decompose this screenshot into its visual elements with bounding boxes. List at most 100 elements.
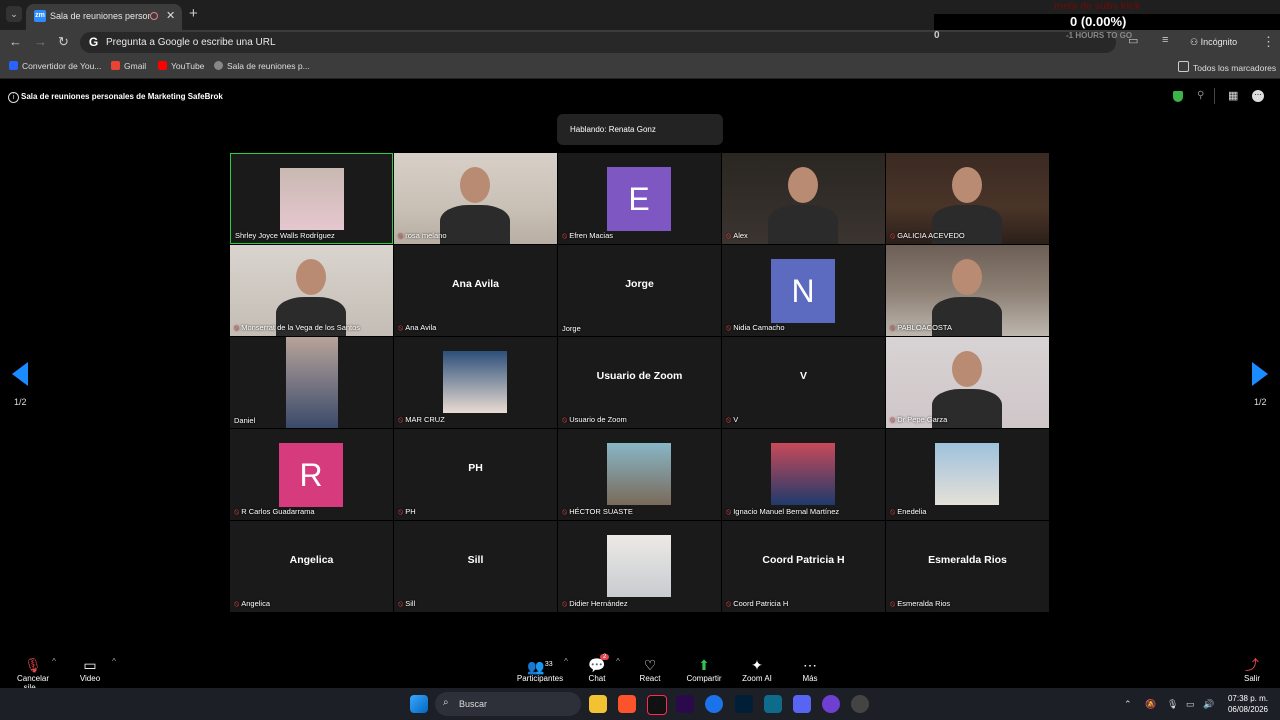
pin-icon[interactable]: ⚲ — [1197, 90, 1204, 101]
participant-name: Dr Pepe Garza — [897, 415, 948, 424]
premiere-icon[interactable] — [676, 695, 694, 713]
more-button[interactable]: ⋯ Más — [798, 656, 822, 683]
bookmark-gmail[interactable]: Gmail — [111, 61, 146, 71]
reader-icon[interactable]: ▭ — [1128, 34, 1138, 47]
participant-tile[interactable]: Angelica ⦸ Angelica — [230, 521, 393, 612]
tiktok-icon[interactable] — [647, 695, 667, 715]
tray-chevron-icon[interactable]: ⌃ — [1124, 699, 1132, 710]
more-label: Más — [802, 674, 818, 683]
participant-tile[interactable]: ⦸ Didier Hernández — [558, 521, 721, 612]
participant-tile[interactable]: E ⦸ Efren Macias — [558, 153, 721, 244]
obs-icon[interactable] — [822, 695, 840, 713]
forward-icon[interactable]: → — [34, 34, 47, 49]
participant-tile[interactable]: Daniel — [230, 337, 393, 428]
participant-tile[interactable]: ⦸ Dr Pepe Garza — [886, 337, 1049, 428]
leave-button[interactable]: ⤴ Salir — [1240, 656, 1264, 683]
network-icon[interactable]: ▭ — [1186, 699, 1195, 710]
chrome-profile-icon[interactable] — [851, 695, 869, 713]
participant-name: Daniel — [234, 416, 256, 425]
reload-icon[interactable]: ↻ — [58, 34, 69, 50]
taskbar-search[interactable]: ⌕ Buscar — [435, 692, 581, 716]
tab-search-button[interactable]: ⌄ — [6, 6, 22, 22]
participant-name: R Carlos Guadarrama — [241, 507, 315, 516]
person-head — [788, 167, 818, 203]
discord-icon[interactable] — [793, 695, 811, 713]
react-button[interactable]: ♡ React — [636, 656, 664, 683]
participant-tile[interactable]: ⦸ MAR CRUZ — [394, 337, 557, 428]
previous-page-arrow-icon[interactable] — [12, 362, 28, 386]
windows-start-icon[interactable] — [410, 695, 428, 713]
audio-options-caret-icon[interactable]: ^ — [50, 657, 58, 666]
notifications-off-icon[interactable]: 🔕 — [1145, 699, 1156, 710]
brave-icon[interactable] — [618, 695, 636, 713]
participants-caret-icon[interactable]: ^ — [562, 657, 570, 666]
participant-tile[interactable]: Usuario de Zoom ⦸ Usuario de Zoom — [558, 337, 721, 428]
gmail-icon — [111, 61, 120, 70]
info-icon[interactable]: i — [8, 92, 19, 103]
incognito-indicator[interactable]: ⚇ Incógnito — [1190, 33, 1254, 51]
chrome-icon[interactable] — [705, 695, 723, 713]
search-icon: ⌕ — [443, 697, 449, 708]
video-camera-icon: ▭ — [83, 657, 97, 673]
globe-icon — [214, 61, 223, 70]
participant-tile[interactable]: ⦸ PABLOACOSTA — [886, 245, 1049, 336]
security-shield-icon[interactable] — [1173, 91, 1183, 102]
participant-display-name: Ana Avila — [451, 278, 500, 290]
participant-tile[interactable]: PH ⦸ PH — [394, 429, 557, 520]
participant-name-label: ⦸ Angelica — [234, 599, 270, 609]
google-icon: G — [88, 35, 99, 49]
participant-tile[interactable]: ⦸ GALICIA ACEVEDO — [886, 153, 1049, 244]
goal-title: meta de subs kick — [1054, 1, 1141, 12]
participant-tile[interactable]: Shrley Joyce Walls Rodríguez — [230, 153, 393, 244]
media-icon[interactable]: ≡ — [1162, 34, 1168, 46]
video-button[interactable]: ▭ Video — [78, 656, 102, 683]
zoom-apps-icon[interactable]: ⋯ — [1252, 90, 1264, 102]
participant-tile[interactable]: Esmeralda Rios ⦸ Esmeralda Rios — [886, 521, 1049, 612]
participant-tile[interactable]: Sill ⦸ Sill — [394, 521, 557, 612]
participants-count: 33 — [544, 661, 553, 668]
participant-name-label: ⦸ Monserrat de la Vega de los Santos — [234, 323, 360, 333]
participant-tile[interactable]: ⦸ rosa melano — [394, 153, 557, 244]
browser-menu-icon[interactable]: ⋮ — [1262, 34, 1275, 50]
video-options-caret-icon[interactable]: ^ — [110, 657, 118, 666]
participant-tile[interactable]: ⦸ Alex — [722, 153, 885, 244]
bookmark-converter[interactable]: Convertidor de You... — [9, 61, 101, 71]
back-icon[interactable]: ← — [9, 34, 22, 49]
close-tab-icon[interactable]: ✕ — [166, 9, 175, 22]
share-button[interactable]: ⬆ Compartir — [684, 656, 724, 683]
participant-name-label: ⦸ Nidia Camacho — [726, 323, 785, 333]
bookmark-youtube[interactable]: YouTube — [158, 61, 204, 71]
chat-button[interactable]: 💬 Chat 2 — [584, 654, 610, 683]
bookmark-zoom-room[interactable]: Sala de reuniones p... — [214, 61, 310, 71]
participant-tile[interactable]: Jorge Jorge — [558, 245, 721, 336]
participant-name: HÉCTOR SUASTE — [569, 507, 633, 516]
volume-icon[interactable]: 🔊 — [1203, 699, 1214, 710]
mic-muted-icon: ⦸ — [562, 415, 568, 424]
file-explorer-icon[interactable] — [589, 695, 607, 713]
participant-tile[interactable]: ⦸ Monserrat de la Vega de los Santos — [230, 245, 393, 336]
participant-tile[interactable]: Coord Patricia H ⦸ Coord Patricia H — [722, 521, 885, 612]
next-page-arrow-icon[interactable] — [1252, 362, 1268, 386]
mic-muted-icon: ⦸ — [562, 231, 568, 240]
participant-tile[interactable]: ⦸ HÉCTOR SUASTE — [558, 429, 721, 520]
zoom-ai-button[interactable]: ✦ Zoom AI — [740, 656, 774, 683]
participant-tile[interactable]: ⦸ Ignacio Manuel Bernal Martínez — [722, 429, 885, 520]
microphone-tray-icon[interactable]: 🎙 — [1167, 699, 1178, 710]
participant-profile-image — [771, 443, 835, 505]
grid-view-icon[interactable]: ▦ — [1228, 89, 1238, 102]
participants-button[interactable]: 👥33 Participantes — [516, 656, 564, 683]
participant-tile[interactable]: N ⦸ Nidia Camacho — [722, 245, 885, 336]
participant-tile[interactable]: R ⦸ R Carlos Guadarrama — [230, 429, 393, 520]
new-tab-button[interactable]: + — [189, 5, 198, 22]
participant-tile[interactable]: ⦸ Enedelia — [886, 429, 1049, 520]
taskbar-clock[interactable]: 07:38 p. m. 06/08/2026 — [1222, 693, 1268, 715]
vegas-icon[interactable] — [764, 695, 782, 713]
participant-tile[interactable]: Ana Avila ⦸ Ana Avila — [394, 245, 557, 336]
participant-name: Sill — [405, 599, 416, 608]
chat-caret-icon[interactable]: ^ — [614, 657, 622, 666]
all-bookmarks[interactable]: Todos los marcadores — [1178, 61, 1276, 73]
browser-tab[interactable]: zm Sala de reuniones personal... ✕ — [26, 4, 182, 30]
participant-tile[interactable]: V ⦸ V — [722, 337, 885, 428]
photoshop-icon[interactable] — [735, 695, 753, 713]
address-bar[interactable]: G Pregunta a Google o escribe una URL — [80, 32, 1116, 53]
